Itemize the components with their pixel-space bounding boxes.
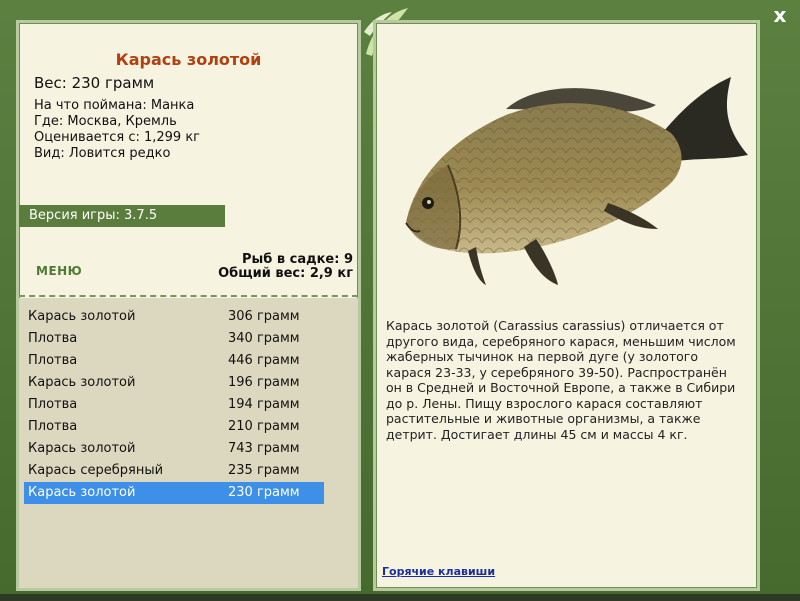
catch-list-row[interactable]: Карась золотой 196 грамм	[24, 372, 324, 394]
catch-list-row[interactable]: Плотва 210 грамм	[24, 416, 324, 438]
catch-fish-name: Плотва	[28, 419, 78, 434]
caught-on-text: На что поймана: Манка	[34, 98, 195, 113]
fish-image	[405, 77, 748, 285]
catch-fish-weight: 340 грамм	[228, 331, 300, 346]
catch-list-row[interactable]: Карась золотой 230 грамм	[24, 482, 324, 504]
catch-list-row[interactable]: Плотва 194 грамм	[24, 394, 324, 416]
catch-fish-weight: 194 грамм	[228, 397, 300, 412]
kind-text: Вид: Ловится редко	[34, 146, 171, 161]
hotkeys-link[interactable]: Горячие клавиши	[382, 565, 495, 578]
catch-list-row[interactable]: Плотва 446 грамм	[24, 350, 324, 372]
catch-fish-weight: 210 грамм	[228, 419, 300, 434]
fish-weight: Вес: 230 грамм	[34, 74, 155, 92]
catch-fish-name: Плотва	[28, 353, 78, 368]
catch-fish-weight: 306 грамм	[228, 309, 300, 324]
menu-button[interactable]: МЕНЮ	[36, 264, 82, 278]
total-weight: Общий вес: 2,9 кг	[218, 266, 353, 281]
close-button[interactable]: x	[770, 4, 790, 26]
divider	[19, 295, 358, 297]
fish-description: Карась золотой (Carassius carassius) отл…	[386, 318, 736, 442]
catch-fish-weight: 446 грамм	[228, 353, 300, 368]
catch-list-row[interactable]: Карась серебряный 235 грамм	[24, 460, 324, 482]
catch-fish-name: Карась золотой	[28, 485, 136, 500]
fish-info-panel: Карась золотой Вес: 230 грамм На что пой…	[16, 20, 361, 591]
version-bar: Версия игры: 3.7.5	[19, 205, 225, 227]
catch-fish-weight: 743 грамм	[228, 441, 300, 456]
catch-fish-weight: 235 грамм	[228, 463, 300, 478]
fish-count: Рыб в садке: 9	[241, 252, 353, 267]
catch-fish-name: Карась золотой	[28, 375, 136, 390]
catch-list: Карась золотой 306 грамм Плотва 340 грамм Пл…	[19, 298, 358, 588]
bottom-strip	[0, 594, 800, 601]
catch-fish-name: Плотва	[28, 397, 78, 412]
location-text: Где: Москва, Кремль	[34, 114, 177, 129]
fish-details: На что поймана: Манка Где: Москва, Кремл…	[34, 98, 200, 162]
catch-list-row[interactable]: Карась золотой 306 грамм	[24, 306, 324, 328]
catch-fish-weight: 230 грамм	[228, 485, 300, 500]
catch-fish-weight: 196 грамм	[228, 375, 300, 390]
catch-fish-name: Плотва	[28, 331, 78, 346]
window-frame: x Карась золотой Вес: 230 грамм На что п…	[0, 0, 800, 601]
catch-fish-name: Карась серебряный	[28, 463, 164, 478]
fish-title: Карась золотой	[115, 50, 262, 69]
catch-fish-name: Карась золотой	[28, 309, 136, 324]
fish-description-panel: Карась золотой (Carassius carassius) отл…	[373, 20, 760, 591]
catch-list-row[interactable]: Карась золотой 743 грамм	[24, 438, 324, 460]
catch-list-row[interactable]: Плотва 340 грамм	[24, 328, 324, 350]
catch-fish-name: Карась золотой	[28, 441, 136, 456]
net-stats: Рыб в садке: 9 Общий вес: 2,9 кг	[218, 253, 353, 281]
rating-text: Оценивается с: 1,299 кг	[34, 130, 201, 145]
